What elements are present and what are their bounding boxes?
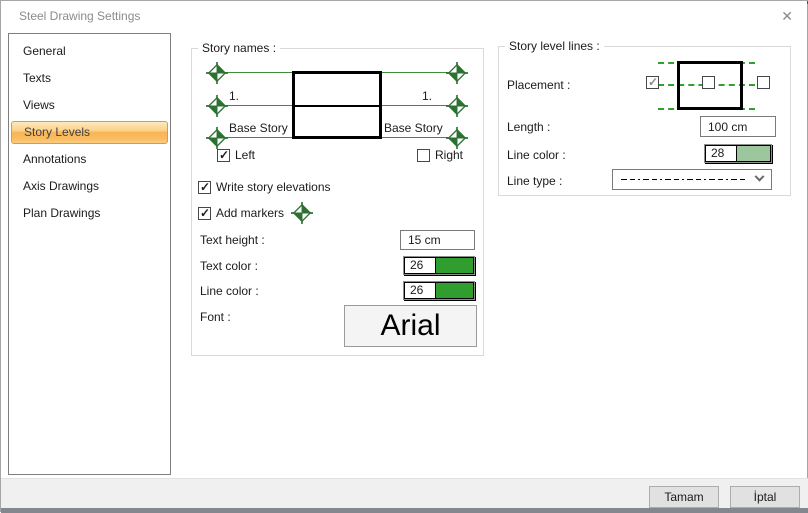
building-section-diagram (292, 71, 382, 139)
level-line-color-swatch[interactable] (737, 145, 771, 162)
level-marker-icon (446, 62, 468, 84)
line-type-dropdown[interactable] (612, 169, 772, 190)
base-story-label-right: Base Story (384, 121, 443, 135)
settings-category-list: General Texts Views Story Levels Annotat… (8, 33, 171, 475)
add-markers-label: Add markers (216, 206, 284, 220)
story-names-group: Story names : 1. 1. Base Story Base Stor… (191, 48, 484, 356)
placement-right-checkbox[interactable] (757, 76, 770, 89)
left-checkbox-row: Left (217, 148, 255, 162)
add-markers-row: Add markers (198, 206, 284, 220)
sidebar-item-general[interactable]: General (9, 38, 170, 65)
sidebar-item-plan-drawings[interactable]: Plan Drawings (9, 200, 170, 227)
right-checkbox-label: Right (435, 148, 463, 162)
line-color-number[interactable]: 26 (404, 282, 436, 299)
building-floor-divider (295, 105, 379, 107)
text-color-number[interactable]: 26 (404, 257, 436, 274)
write-story-elevations-checkbox[interactable] (198, 181, 211, 194)
length-label: Length : (507, 120, 550, 134)
text-color-control[interactable]: 26 (403, 256, 475, 275)
sidebar-item-axis-drawings[interactable]: Axis Drawings (9, 173, 170, 200)
sidebar-item-story-levels[interactable]: Story Levels (11, 121, 168, 144)
line-color-label: Line color : (200, 284, 259, 298)
left-checkbox[interactable] (217, 149, 230, 162)
placement-middle-checkbox[interactable] (702, 76, 715, 89)
line-color-swatch[interactable] (436, 282, 474, 299)
ok-button[interactable]: Tamam (649, 486, 719, 508)
level-marker-icon (206, 95, 228, 117)
line-type-label: Line type : (507, 174, 562, 188)
story-level-lines-group: Story level lines : Placement : Length :… (498, 46, 791, 196)
sidebar-item-views[interactable]: Views (9, 92, 170, 119)
window-title: Steel Drawing Settings (19, 9, 140, 23)
title-bar: Steel Drawing Settings ✕ (1, 1, 807, 33)
story-level-label-left: 1. (229, 89, 239, 103)
dialog-footer: Tamam İptal (1, 478, 808, 508)
level-marker-icon (206, 62, 228, 84)
close-icon[interactable]: ✕ (781, 8, 793, 24)
placement-left-checkbox[interactable] (646, 76, 659, 89)
level-line-color-number[interactable]: 28 (705, 145, 737, 162)
placement-label: Placement : (507, 78, 570, 92)
text-color-label: Text color : (200, 259, 258, 273)
level-marker-icon (446, 95, 468, 117)
sidebar-item-annotations[interactable]: Annotations (9, 146, 170, 173)
add-markers-checkbox[interactable] (198, 207, 211, 220)
steel-drawing-settings-dialog: Steel Drawing Settings ✕ General Texts V… (0, 0, 808, 512)
write-story-elevations-label: Write story elevations (216, 180, 331, 194)
story-level-lines-group-label: Story level lines : (505, 39, 604, 53)
text-color-swatch[interactable] (436, 257, 474, 274)
sidebar-item-texts[interactable]: Texts (9, 65, 170, 92)
right-checkbox[interactable] (417, 149, 430, 162)
level-marker-icon (446, 127, 468, 149)
level-line-color-label: Line color : (507, 148, 566, 162)
write-story-elevations-row: Write story elevations (198, 180, 331, 194)
length-input[interactable] (700, 116, 776, 137)
line-type-dash-preview (621, 179, 746, 180)
cancel-button[interactable]: İptal (730, 486, 800, 508)
font-label: Font : (200, 310, 231, 324)
level-marker-icon (206, 127, 228, 149)
level-line-color-control[interactable]: 28 (704, 144, 772, 163)
left-checkbox-label: Left (235, 148, 255, 162)
text-height-label: Text height : (200, 233, 265, 247)
line-color-control[interactable]: 26 (403, 281, 475, 300)
story-names-group-label: Story names : (198, 41, 280, 55)
level-marker-icon (291, 202, 313, 224)
background-window-fragment-bottom (1, 508, 808, 513)
story-level-label-right: 1. (408, 89, 432, 103)
font-button[interactable]: Arial (344, 305, 477, 347)
chevron-down-icon (755, 172, 765, 182)
right-checkbox-row: Right (417, 148, 463, 162)
base-story-label-left: Base Story (229, 121, 288, 135)
text-height-input[interactable] (400, 230, 475, 250)
